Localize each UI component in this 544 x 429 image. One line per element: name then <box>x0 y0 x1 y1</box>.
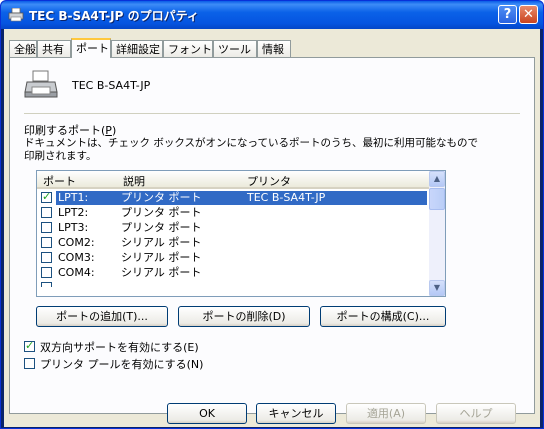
tab-advanced[interactable]: 詳細設定 <box>111 40 163 57</box>
bidirectional-label: 双方向サポートを有効にする(E) <box>40 341 199 354</box>
port-checkbox[interactable] <box>41 252 52 263</box>
port-name: COM2: <box>58 236 95 249</box>
port-description: プリンタ ポート <box>121 206 202 219</box>
scroll-thumb[interactable] <box>429 188 445 210</box>
properties-window: TEC B-SA4T-JP のプロパティ ? ✕ 全般 共有 ポート 詳細設定 … <box>0 0 544 429</box>
cancel-button[interactable]: キャンセル <box>256 403 336 424</box>
port-name: LPT3: <box>58 221 89 234</box>
selection-highlight <box>56 191 427 205</box>
port-row[interactable]: COM3: シリアル ポート <box>39 251 427 265</box>
tab-fonts[interactable]: フォント <box>163 40 213 57</box>
port-name: COM3: <box>58 251 95 264</box>
scroll-down-arrow-icon[interactable]: ▼ <box>429 280 445 296</box>
tab-ports[interactable]: ポート <box>71 38 111 58</box>
ports-panel: TEC B-SA4T-JP 印刷するポート(P) ドキュメントは、チェック ボッ… <box>9 57 535 414</box>
port-checkbox[interactable] <box>41 222 52 233</box>
port-row-partial[interactable] <box>39 281 427 287</box>
scroll-up-arrow-icon[interactable]: ▲ <box>429 171 445 187</box>
close-button[interactable]: ✕ <box>519 5 538 24</box>
title-bar[interactable]: TEC B-SA4T-JP のプロパティ ? ✕ <box>1 1 543 29</box>
tab-sharing[interactable]: 共有 <box>37 40 71 57</box>
tab-general[interactable]: 全般 <box>9 40 37 57</box>
add-port-button[interactable]: ポートの追加(T)... <box>36 306 168 327</box>
configure-port-button[interactable]: ポートの構成(C)... <box>320 306 446 327</box>
port-list-scrollbar[interactable]: ▲ ▼ <box>429 171 445 296</box>
dialog-body: 全般 共有 ポート 詳細設定 フォント ツール 情報 TEC B-SA4T-JP… <box>4 29 540 427</box>
port-description: シリアル ポート <box>121 266 202 279</box>
port-row[interactable]: LPT3: プリンタ ポート <box>39 221 427 235</box>
port-checkbox[interactable] <box>41 190 52 204</box>
port-description: シリアル ポート <box>121 251 202 264</box>
port-description: プリンタ ポート <box>121 221 202 234</box>
help-dialog-button[interactable]: ヘルプ <box>436 403 516 424</box>
port-row[interactable]: COM2: シリアル ポート <box>39 236 427 250</box>
apply-button[interactable]: 適用(A) <box>346 403 426 424</box>
column-printer[interactable]: プリンタ <box>247 173 291 189</box>
port-description: プリンタ ポート <box>121 191 202 204</box>
port-checkbox[interactable] <box>41 267 52 278</box>
ok-button[interactable]: OK <box>167 403 247 424</box>
help-button[interactable]: ? <box>498 5 517 24</box>
port-checkbox[interactable] <box>41 207 52 218</box>
port-name: LPT2: <box>58 206 89 219</box>
divider <box>24 113 520 114</box>
port-checkbox[interactable] <box>41 282 52 287</box>
tab-tools[interactable]: ツール <box>213 40 257 57</box>
printer-icon <box>8 8 24 22</box>
ports-description-line2: 印刷されます。 <box>24 150 97 162</box>
column-port[interactable]: ポート <box>43 173 76 189</box>
port-printer: TEC B-SA4T-JP <box>247 191 326 204</box>
bidirectional-checkbox[interactable] <box>24 339 35 352</box>
port-name: LPT1: <box>58 191 89 204</box>
column-description[interactable]: 説明 <box>123 173 145 189</box>
tab-info[interactable]: 情報 <box>257 40 291 57</box>
port-list[interactable]: ポート 説明 プリンタ LPT1: プリンタ ポート TEC B-SA4T-JP… <box>36 170 446 297</box>
delete-port-button[interactable]: ポートの削除(D) <box>178 306 310 327</box>
port-row[interactable]: LPT1: プリンタ ポート TEC B-SA4T-JP <box>39 190 427 205</box>
port-list-header: ポート 説明 プリンタ <box>37 171 429 189</box>
port-row[interactable]: COM4: シリアル ポート <box>39 266 427 280</box>
port-checkbox[interactable] <box>41 237 52 248</box>
pooling-label: プリンタ プールを有効にする(N) <box>40 358 204 371</box>
window-title: TEC B-SA4T-JP のプロパティ <box>29 9 199 23</box>
port-name: COM4: <box>58 266 95 279</box>
pooling-checkbox[interactable] <box>24 358 35 369</box>
port-row[interactable]: LPT2: プリンタ ポート <box>39 206 427 220</box>
printer-icon <box>24 70 58 98</box>
port-description: シリアル ポート <box>121 236 202 249</box>
printer-name: TEC B-SA4T-JP <box>72 79 151 92</box>
